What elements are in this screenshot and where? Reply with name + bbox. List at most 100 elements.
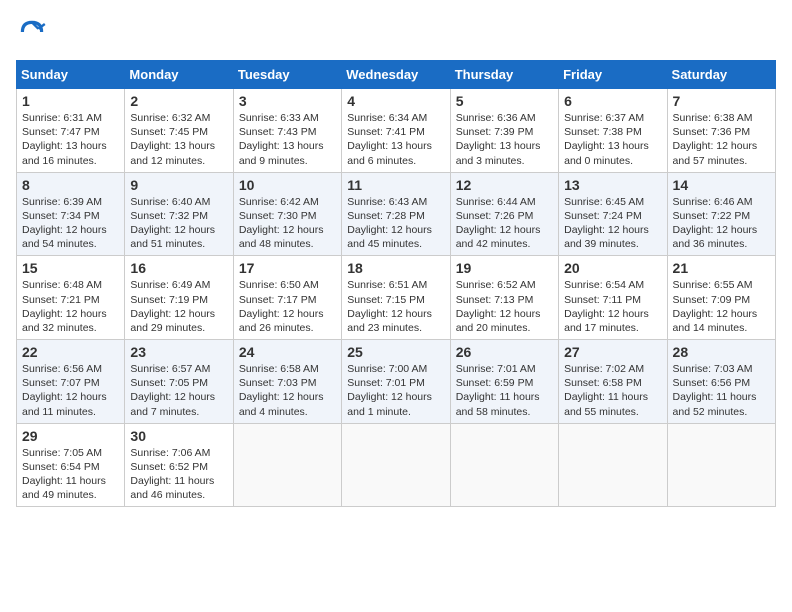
day-info: Sunrise: 7:02 AMSunset: 6:58 PMDaylight:… — [564, 362, 661, 419]
calendar-cell: 6 Sunrise: 6:37 AMSunset: 7:38 PMDaylight… — [559, 89, 667, 173]
day-info: Sunrise: 6:48 AMSunset: 7:21 PMDaylight:… — [22, 278, 119, 335]
weekday-header-friday: Friday — [559, 61, 667, 89]
weekday-header-saturday: Saturday — [667, 61, 775, 89]
day-info: Sunrise: 6:43 AMSunset: 7:28 PMDaylight:… — [347, 195, 444, 252]
weekday-header-tuesday: Tuesday — [233, 61, 341, 89]
calendar-cell: 17 Sunrise: 6:50 AMSunset: 7:17 PMDayligh… — [233, 256, 341, 340]
logo — [16, 16, 52, 48]
calendar-cell — [450, 423, 558, 507]
day-number: 14 — [673, 177, 770, 193]
calendar-cell: 5 Sunrise: 6:36 AMSunset: 7:39 PMDaylight… — [450, 89, 558, 173]
day-info: Sunrise: 6:58 AMSunset: 7:03 PMDaylight:… — [239, 362, 336, 419]
day-info: Sunrise: 6:54 AMSunset: 7:11 PMDaylight:… — [564, 278, 661, 335]
day-number: 25 — [347, 344, 444, 360]
day-info: Sunrise: 6:45 AMSunset: 7:24 PMDaylight:… — [564, 195, 661, 252]
calendar-cell: 7 Sunrise: 6:38 AMSunset: 7:36 PMDaylight… — [667, 89, 775, 173]
day-info: Sunrise: 6:51 AMSunset: 7:15 PMDaylight:… — [347, 278, 444, 335]
day-number: 27 — [564, 344, 661, 360]
day-number: 30 — [130, 428, 227, 444]
day-info: Sunrise: 6:40 AMSunset: 7:32 PMDaylight:… — [130, 195, 227, 252]
calendar-cell: 28 Sunrise: 7:03 AMSunset: 6:56 PMDayligh… — [667, 340, 775, 424]
day-info: Sunrise: 6:31 AMSunset: 7:47 PMDaylight:… — [22, 111, 119, 168]
page-header — [16, 16, 776, 48]
calendar-cell: 22 Sunrise: 6:56 AMSunset: 7:07 PMDayligh… — [17, 340, 125, 424]
day-number: 29 — [22, 428, 119, 444]
calendar-cell: 24 Sunrise: 6:58 AMSunset: 7:03 PMDayligh… — [233, 340, 341, 424]
day-number: 23 — [130, 344, 227, 360]
calendar-week-row: 15 Sunrise: 6:48 AMSunset: 7:21 PMDayligh… — [17, 256, 776, 340]
day-number: 6 — [564, 93, 661, 109]
calendar-cell: 20 Sunrise: 6:54 AMSunset: 7:11 PMDayligh… — [559, 256, 667, 340]
calendar-cell: 16 Sunrise: 6:49 AMSunset: 7:19 PMDayligh… — [125, 256, 233, 340]
day-number: 12 — [456, 177, 553, 193]
day-number: 1 — [22, 93, 119, 109]
calendar-cell: 4 Sunrise: 6:34 AMSunset: 7:41 PMDaylight… — [342, 89, 450, 173]
calendar-cell: 19 Sunrise: 6:52 AMSunset: 7:13 PMDayligh… — [450, 256, 558, 340]
day-info: Sunrise: 6:44 AMSunset: 7:26 PMDaylight:… — [456, 195, 553, 252]
logo-icon — [16, 16, 48, 48]
calendar-cell: 29Sunrise: 7:05 AMSunset: 6:54 PMDayligh… — [17, 423, 125, 507]
calendar-cell: 8 Sunrise: 6:39 AMSunset: 7:34 PMDaylight… — [17, 172, 125, 256]
weekday-header-sunday: Sunday — [17, 61, 125, 89]
day-number: 8 — [22, 177, 119, 193]
day-info: Sunrise: 6:52 AMSunset: 7:13 PMDaylight:… — [456, 278, 553, 335]
day-info: Sunrise: 6:42 AMSunset: 7:30 PMDaylight:… — [239, 195, 336, 252]
calendar-cell: 14 Sunrise: 6:46 AMSunset: 7:22 PMDayligh… — [667, 172, 775, 256]
day-info: Sunrise: 6:37 AMSunset: 7:38 PMDaylight:… — [564, 111, 661, 168]
day-info: Sunrise: 6:56 AMSunset: 7:07 PMDaylight:… — [22, 362, 119, 419]
day-number: 9 — [130, 177, 227, 193]
day-info: Sunrise: 7:00 AMSunset: 7:01 PMDaylight:… — [347, 362, 444, 419]
day-info: Sunrise: 6:49 AMSunset: 7:19 PMDaylight:… — [130, 278, 227, 335]
day-info: Sunrise: 6:39 AMSunset: 7:34 PMDaylight:… — [22, 195, 119, 252]
day-info: Sunrise: 6:46 AMSunset: 7:22 PMDaylight:… — [673, 195, 770, 252]
weekday-header-monday: Monday — [125, 61, 233, 89]
calendar-cell: 9 Sunrise: 6:40 AMSunset: 7:32 PMDaylight… — [125, 172, 233, 256]
day-info: Sunrise: 6:34 AMSunset: 7:41 PMDaylight:… — [347, 111, 444, 168]
day-number: 10 — [239, 177, 336, 193]
day-info: Sunrise: 6:57 AMSunset: 7:05 PMDaylight:… — [130, 362, 227, 419]
day-number: 21 — [673, 260, 770, 276]
day-info: Sunrise: 6:32 AMSunset: 7:45 PMDaylight:… — [130, 111, 227, 168]
calendar-cell: 25 Sunrise: 7:00 AMSunset: 7:01 PMDayligh… — [342, 340, 450, 424]
day-number: 16 — [130, 260, 227, 276]
weekday-header-thursday: Thursday — [450, 61, 558, 89]
day-info: Sunrise: 6:50 AMSunset: 7:17 PMDaylight:… — [239, 278, 336, 335]
day-number: 20 — [564, 260, 661, 276]
day-info: Sunrise: 6:38 AMSunset: 7:36 PMDaylight:… — [673, 111, 770, 168]
day-number: 18 — [347, 260, 444, 276]
day-number: 11 — [347, 177, 444, 193]
day-info: Sunrise: 7:03 AMSunset: 6:56 PMDaylight:… — [673, 362, 770, 419]
day-number: 19 — [456, 260, 553, 276]
day-number: 5 — [456, 93, 553, 109]
calendar-header-row: SundayMondayTuesdayWednesdayThursdayFrid… — [17, 61, 776, 89]
day-number: 24 — [239, 344, 336, 360]
day-number: 28 — [673, 344, 770, 360]
day-info: Sunrise: 6:33 AMSunset: 7:43 PMDaylight:… — [239, 111, 336, 168]
day-number: 15 — [22, 260, 119, 276]
calendar-cell: 18 Sunrise: 6:51 AMSunset: 7:15 PMDayligh… — [342, 256, 450, 340]
day-number: 4 — [347, 93, 444, 109]
day-number: 22 — [22, 344, 119, 360]
day-number: 26 — [456, 344, 553, 360]
calendar-cell: 23 Sunrise: 6:57 AMSunset: 7:05 PMDayligh… — [125, 340, 233, 424]
calendar-cell: 11 Sunrise: 6:43 AMSunset: 7:28 PMDayligh… — [342, 172, 450, 256]
day-info: Sunrise: 6:36 AMSunset: 7:39 PMDaylight:… — [456, 111, 553, 168]
calendar-week-row: 1 Sunrise: 6:31 AMSunset: 7:47 PMDaylight… — [17, 89, 776, 173]
calendar-cell: 10 Sunrise: 6:42 AMSunset: 7:30 PMDayligh… — [233, 172, 341, 256]
calendar-cell: 2 Sunrise: 6:32 AMSunset: 7:45 PMDaylight… — [125, 89, 233, 173]
calendar-cell: 15 Sunrise: 6:48 AMSunset: 7:21 PMDayligh… — [17, 256, 125, 340]
day-number: 2 — [130, 93, 227, 109]
day-number: 13 — [564, 177, 661, 193]
calendar-cell — [667, 423, 775, 507]
calendar-cell: 26 Sunrise: 7:01 AMSunset: 6:59 PMDayligh… — [450, 340, 558, 424]
calendar-cell: 30 Sunrise: 7:06 AMSunset: 6:52 PMDayligh… — [125, 423, 233, 507]
day-info: Sunrise: 7:06 AMSunset: 6:52 PMDaylight:… — [130, 446, 227, 503]
day-number: 17 — [239, 260, 336, 276]
calendar-week-row: 8 Sunrise: 6:39 AMSunset: 7:34 PMDaylight… — [17, 172, 776, 256]
day-number: 7 — [673, 93, 770, 109]
weekday-header-wednesday: Wednesday — [342, 61, 450, 89]
calendar-cell: 3Sunrise: 6:33 AMSunset: 7:43 PMDaylight… — [233, 89, 341, 173]
calendar-cell — [342, 423, 450, 507]
day-info: Sunrise: 7:01 AMSunset: 6:59 PMDaylight:… — [456, 362, 553, 419]
calendar-cell: 1 Sunrise: 6:31 AMSunset: 7:47 PMDaylight… — [17, 89, 125, 173]
